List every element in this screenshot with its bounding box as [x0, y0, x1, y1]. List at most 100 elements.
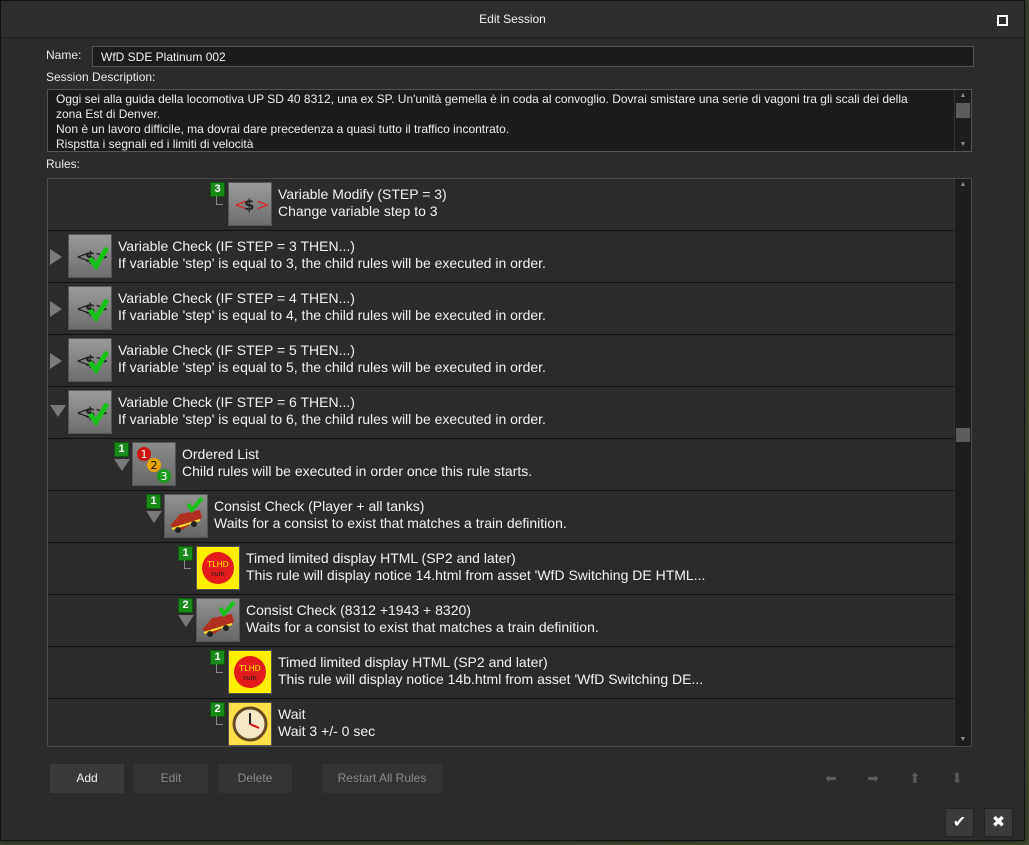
rule-text: Variable Modify (STEP = 3) Change variabl… [278, 186, 447, 220]
rule-html-display-14[interactable]: 1 TLHD rule Timed limited display HTML (SP2… [48, 543, 954, 595]
arrow-up-icon[interactable]: ⬆ [905, 768, 925, 788]
rule-consist-check-player[interactable]: 1 Consist Check (Player + all tanks) Waits… [48, 491, 954, 543]
html-display-icon[interactable]: TLHD rule [228, 650, 272, 694]
description-scrollbar[interactable]: ▲ ▼ [954, 90, 971, 151]
rules-scrollbar[interactable]: ▲ ▼ [954, 179, 971, 746]
rule-description: If variable 'step' is equal to 5, the ch… [118, 359, 546, 375]
expand-arrow-icon[interactable] [50, 249, 62, 265]
window-title: Edit Session [479, 12, 546, 26]
maximize-icon[interactable] [997, 15, 1008, 26]
scroll-down-icon[interactable]: ▼ [955, 139, 971, 151]
collapse-arrow-icon[interactable] [178, 615, 194, 627]
svg-text:TLHD: TLHD [206, 560, 229, 569]
consist-check-icon[interactable] [164, 494, 208, 538]
rule-title: Variable Check (IF STEP = 4 THEN...) [118, 290, 355, 306]
scrollbar-thumb[interactable] [956, 428, 970, 442]
rule-text: Variable Check (IF STEP = 5 THEN...) If v… [118, 342, 546, 376]
scroll-up-icon[interactable]: ▲ [955, 90, 971, 102]
rule-title: Variable Modify (STEP = 3) [278, 186, 447, 202]
description-line: zona Est di Denver. [56, 107, 161, 121]
rule-html-display-14b[interactable]: 1 TLHD rule Timed limited display HTML (SP2… [48, 647, 954, 699]
svg-text:1: 1 [141, 448, 148, 461]
rule-title: Consist Check (8312 +1943 + 8320) [246, 602, 471, 618]
rule-order-badge: 3 [210, 182, 225, 197]
add-button[interactable]: Add [49, 763, 125, 794]
rule-title: Variable Check (IF STEP = 3 THEN...) [118, 238, 355, 254]
consist-check-icon[interactable] [196, 598, 240, 642]
rule-title: Variable Check (IF STEP = 5 THEN...) [118, 342, 355, 358]
rule-title: Consist Check (Player + all tanks) [214, 498, 425, 514]
rule-consist-check-8312[interactable]: 2 Consist Check (8312 +1943 + 8320) Waits … [48, 595, 954, 647]
rule-text: Consist Check (8312 +1943 + 8320) Waits f… [246, 602, 599, 636]
rule-description: If variable 'step' is equal to 3, the ch… [118, 255, 546, 271]
rules-list: 3 < $ > Variable Modify (STEP = 3) Change var… [48, 179, 954, 746]
rule-description: This rule will display notice 14.html fr… [246, 567, 706, 583]
edit-button[interactable]: Edit [133, 763, 209, 794]
arrow-left-icon[interactable]: ⬅ [821, 768, 841, 788]
variable-check-icon[interactable]: < $ > [68, 390, 112, 434]
expand-arrow-icon[interactable] [50, 353, 62, 369]
rule-description: If variable 'step' is equal to 4, the ch… [118, 307, 546, 323]
name-label: Name: [46, 48, 82, 62]
rule-text: Consist Check (Player + all tanks) Waits … [214, 498, 567, 532]
description-line: Non è un lavoro difficile, ma dovrai dar… [56, 122, 510, 136]
rule-wait[interactable]: 2 Wait Wait 3 +/- 0 sec [48, 699, 954, 746]
rule-description: This rule will display notice 14b.html f… [278, 671, 704, 687]
rule-description: Waits for a consist to exist that matche… [214, 515, 567, 531]
collapse-arrow-icon[interactable] [50, 405, 66, 417]
confirm-button[interactable]: ✔ [945, 808, 974, 837]
arrow-right-icon[interactable]: ➡ [863, 768, 883, 788]
tree-connector [216, 716, 223, 725]
rule-variable-check-5[interactable]: < $ > Variable Check (IF STEP = 5 THEN...) I… [48, 335, 954, 387]
description-line: Rispstta i segnali ed i limiti di veloci… [56, 137, 254, 151]
svg-text:TLHD: TLHD [238, 664, 261, 673]
arrow-down-icon[interactable]: ⬇ [947, 768, 967, 788]
rule-variable-check-4[interactable]: < $ > Variable Check (IF STEP = 4 THEN...) I… [48, 283, 954, 335]
rule-ordered-list[interactable]: 1 1 2 3 Ordered List Child rules will be exec… [48, 439, 954, 491]
svg-text:rule: rule [243, 674, 257, 682]
description-textarea[interactable]: Oggi sei alla guida della locomotiva UP … [47, 89, 972, 152]
scroll-up-icon[interactable]: ▲ [955, 179, 971, 191]
collapse-arrow-icon[interactable] [146, 511, 162, 523]
rule-text: Variable Check (IF STEP = 6 THEN...) If v… [118, 394, 546, 428]
rule-order-badge: 1 [114, 442, 129, 457]
ordered-list-icon[interactable]: 123 [132, 442, 176, 486]
delete-button[interactable]: Delete [217, 763, 293, 794]
rule-variable-check-6[interactable]: < $ > Variable Check (IF STEP = 6 THEN...) I… [48, 387, 954, 439]
rule-title: Ordered List [182, 446, 260, 462]
rule-order-badge: 1 [146, 494, 161, 509]
restart-all-rules-button[interactable]: Restart All Rules [321, 763, 443, 794]
rule-variable-modify[interactable]: 3 < $ > Variable Modify (STEP = 3) Change var… [48, 179, 954, 231]
close-button[interactable]: ✖ [984, 808, 1013, 837]
rule-order-badge: 1 [210, 650, 225, 665]
rule-text: Timed limited display HTML (SP2 and late… [246, 550, 705, 584]
rule-variable-check-3[interactable]: < $ > Variable Check (IF STEP = 3 THEN...) I… [48, 231, 954, 283]
rule-title: Wait [278, 706, 306, 722]
tree-connector [216, 196, 223, 205]
variable-modify-icon[interactable]: < $ > [228, 182, 272, 226]
expand-arrow-icon[interactable] [50, 301, 62, 317]
rule-order-badge: 2 [178, 598, 193, 613]
svg-text:2: 2 [151, 459, 158, 472]
variable-check-icon[interactable]: < $ > [68, 234, 112, 278]
rules-list-panel: 3 < $ > Variable Modify (STEP = 3) Change var… [47, 178, 972, 747]
rule-text: Timed limited display HTML (SP2 and late… [278, 654, 703, 688]
description-label: Session Description: [46, 70, 156, 84]
collapse-arrow-icon[interactable] [114, 459, 130, 471]
rule-description: If variable 'step' is equal to 6, the ch… [118, 411, 546, 427]
svg-text:rule: rule [211, 570, 225, 578]
rule-description: Wait 3 +/- 0 sec [278, 723, 376, 739]
scrollbar-thumb[interactable] [956, 103, 970, 118]
clock-icon[interactable] [228, 702, 272, 746]
scroll-down-icon[interactable]: ▼ [955, 734, 971, 746]
title-bar: Edit Session [1, 1, 1024, 38]
rule-description: Change variable step to 3 [278, 203, 438, 219]
html-display-icon[interactable]: TLHD rule [196, 546, 240, 590]
svg-text:$: $ [244, 196, 254, 214]
name-input[interactable] [92, 46, 974, 67]
variable-check-icon[interactable]: < $ > [68, 286, 112, 330]
rule-text: Ordered List Child rules will be executed… [182, 446, 532, 480]
rule-text: Variable Check (IF STEP = 4 THEN...) If v… [118, 290, 546, 324]
rule-order-badge: 1 [178, 546, 193, 561]
variable-check-icon[interactable]: < $ > [68, 338, 112, 382]
